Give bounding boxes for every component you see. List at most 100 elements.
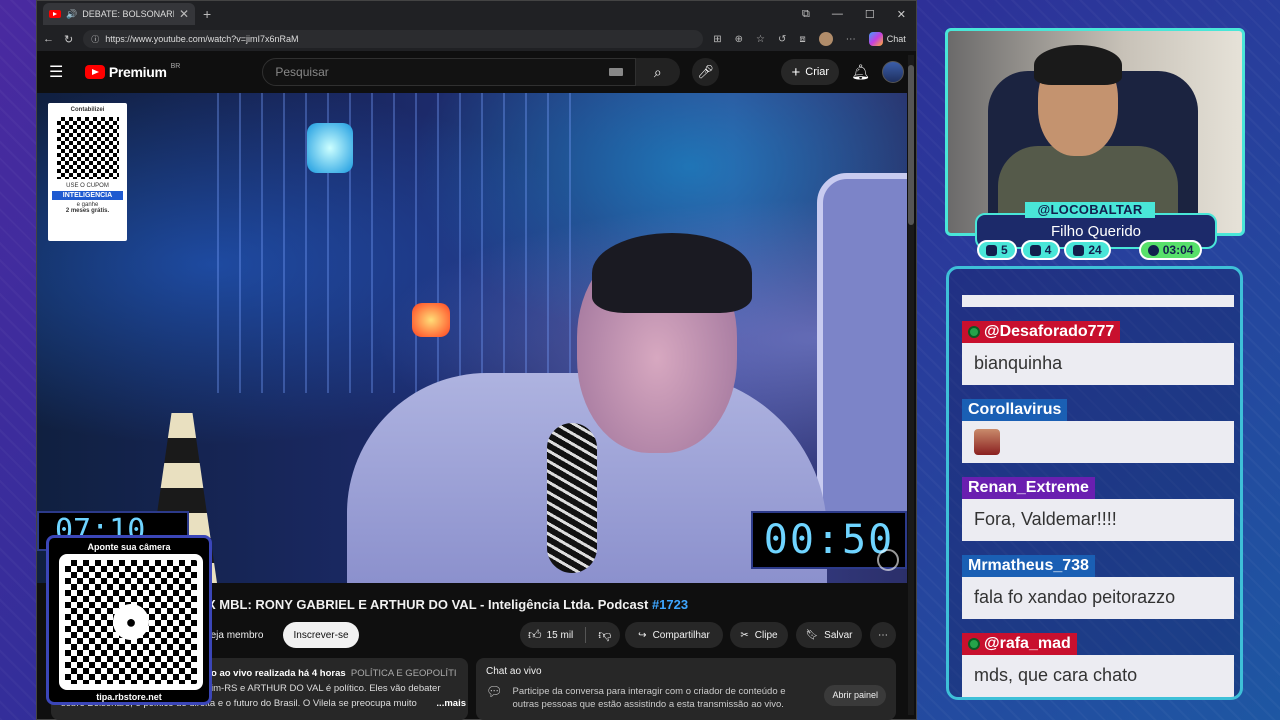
stat-value: 03:04: [1162, 243, 1194, 257]
share-label: Compartilhar: [652, 629, 710, 641]
more-link[interactable]: ...mais: [436, 696, 466, 711]
stop-sign: [817, 173, 907, 533]
favorite-icon[interactable]: ☆: [756, 34, 765, 45]
copilot-chat-button[interactable]: Chat: [868, 32, 906, 46]
create-button[interactable]: + Criar: [781, 59, 840, 85]
clip-label: Clipe: [754, 629, 778, 641]
video-player[interactable]: Contabilizei USE O CUPOM INTELIGENCIA e …: [37, 93, 907, 583]
background-curtain: [217, 93, 577, 393]
search-placeholder: Pesquisar: [275, 65, 329, 79]
blue-lamp: [307, 123, 353, 173]
microphone: [547, 423, 597, 573]
chat-text: mds, que cara chato: [962, 655, 1234, 697]
subscriber-badge-icon: [968, 326, 980, 338]
scrollbar-thumb[interactable]: [908, 65, 914, 225]
address-bar: ← ↻ ⓘ https://www.youtube.com/watch?v=ji…: [37, 27, 916, 51]
chat-username: Renan_Extreme: [962, 477, 1095, 499]
site-info-icon[interactable]: ⓘ: [91, 34, 99, 45]
link-icon: [1073, 244, 1085, 256]
open-panel-button[interactable]: Abrir painel: [824, 685, 886, 706]
close-tab-icon[interactable]: ✕: [179, 7, 189, 21]
chat-username: Mrmatheus_738: [962, 555, 1095, 577]
emote-icon: [974, 429, 1000, 455]
chat-username: @rafa_mad: [962, 633, 1077, 655]
save-label: Salvar: [824, 629, 853, 641]
voice-search-button[interactable]: 🎤︎: [691, 58, 720, 86]
more-actions-button[interactable]: ⋯: [870, 622, 896, 648]
streamer-stats: 5 4 24 03:04: [977, 240, 1203, 260]
new-tab-icon[interactable]: +: [203, 6, 211, 22]
qr-url: tipa.rbstore.net: [96, 692, 162, 702]
subscriber-badge-icon: [968, 638, 980, 650]
maximize-icon[interactable]: ☐: [865, 8, 875, 21]
profile-avatar[interactable]: [818, 32, 833, 46]
description-line: im-RS e ARTHUR DO VAL é político. Eles v…: [211, 683, 441, 694]
account-avatar[interactable]: [882, 61, 904, 83]
ad-qr-code: [56, 117, 119, 179]
stat-link: 24: [1064, 240, 1111, 260]
guest-hair: [592, 233, 752, 313]
chat-message: Renan_Extreme Fora, Valdemar!!!!: [962, 477, 1234, 541]
description-meta: o ao vivo realizada há 4 horas POLÍTICA …: [211, 666, 458, 681]
refresh-icon[interactable]: ↺: [778, 34, 786, 45]
video-hashtag[interactable]: #1723: [652, 597, 688, 612]
dislike-icon[interactable]: 👎︎: [598, 627, 611, 643]
streamer-name: Filho Querido: [1050, 223, 1142, 240]
like-button[interactable]: 👍︎ 15 mil: [528, 627, 573, 643]
chat-username: @Desaforado777: [962, 321, 1121, 343]
notifications-icon[interactable]: 🔔︎: [851, 63, 870, 81]
chat-text: fala fo xandao peitorazzo: [962, 577, 1234, 619]
close-window-icon[interactable]: ✕: [897, 8, 906, 21]
like-dislike-group: 👍︎ 15 mil 👎︎: [520, 622, 620, 648]
chat-username: Corollavirus: [962, 399, 1068, 421]
channel-watermark-icon[interactable]: [877, 549, 899, 571]
search-input[interactable]: Pesquisar: [262, 58, 636, 86]
chat-icon: [986, 244, 997, 256]
username-text: Corollavirus: [968, 401, 1062, 418]
speaker-icon[interactable]: 🔊: [66, 9, 77, 20]
qr-caption: Aponte sua câmera: [87, 542, 171, 552]
streamer-hair: [1034, 45, 1122, 85]
page-scrollbar[interactable]: [908, 55, 914, 715]
username-text: Renan_Extreme: [968, 479, 1089, 496]
red-lamp: [412, 303, 450, 337]
join-label: eja membro: [210, 629, 264, 641]
more-icon[interactable]: ⋯: [846, 34, 856, 45]
video-title: X MBL: RONY GABRIEL E ARTHUR DO VAL - In…: [207, 597, 688, 612]
url-field[interactable]: ⓘ https://www.youtube.com/watch?v=jimI7x…: [83, 30, 704, 48]
create-label: Criar: [805, 66, 830, 78]
search-button[interactable]: ⌕: [635, 58, 680, 86]
video-title-text: X MBL: RONY GABRIEL E ARTHUR DO VAL - In…: [207, 597, 652, 612]
minimize-icon[interactable]: —: [832, 8, 843, 21]
tab-title: DEBATE: BOLSONARISTA X M: [82, 9, 174, 19]
whatsapp-icon: [1147, 244, 1159, 256]
menu-icon[interactable]: ☰: [49, 62, 73, 82]
zoom-icon[interactable]: ⊕: [735, 34, 743, 45]
clip-button[interactable]: ✂ Clipe: [730, 622, 788, 648]
subscribe-button[interactable]: Inscrever-se: [283, 622, 359, 648]
youtube-logo[interactable]: Premium BR: [84, 63, 180, 80]
share-icon: ↪: [638, 629, 647, 641]
logo-text: Premium: [108, 64, 167, 80]
save-button[interactable]: 🔖︎ Salvar: [796, 622, 862, 648]
app-icon[interactable]: ⊞: [713, 34, 721, 45]
username-text: @Desaforado777: [984, 323, 1115, 340]
live-chat-row: 💬︎ Participe da conversa para interagir …: [486, 685, 886, 711]
ad-line2: 2 meses grátis.: [65, 208, 110, 214]
address-actions: ⊞ ⊕ ☆ ↺ ⧈ ⋯ Chat: [713, 32, 906, 46]
youtube-header: ☰ Premium BR Pesquisar ⌕ 🎤︎ + Criar 🔔︎: [37, 51, 916, 93]
extensions-icon[interactable]: ⧈: [799, 34, 805, 45]
stream-time: o ao vivo realizada há 4 horas: [211, 668, 346, 679]
window-controls: ⧉ — ☐ ✕: [802, 8, 916, 21]
keyboard-icon[interactable]: [608, 68, 623, 76]
ad-coupon-label: USE O CUPOM: [66, 183, 109, 189]
share-button[interactable]: ↪ Compartilhar: [625, 622, 723, 648]
youtube-logo-icon: [84, 65, 105, 79]
tab-search-icon[interactable]: ⧉: [802, 8, 810, 21]
back-icon[interactable]: ←: [43, 33, 54, 45]
browser-tab[interactable]: 🔊 DEBATE: BOLSONARISTA X M ✕: [43, 3, 195, 25]
reload-icon[interactable]: ↻: [64, 33, 73, 46]
subscribe-label: Inscrever-se: [293, 629, 349, 641]
ad-coupon-code: INTELIGENCIA: [52, 191, 123, 200]
chat-bubble-icon: 💬︎: [486, 684, 503, 699]
